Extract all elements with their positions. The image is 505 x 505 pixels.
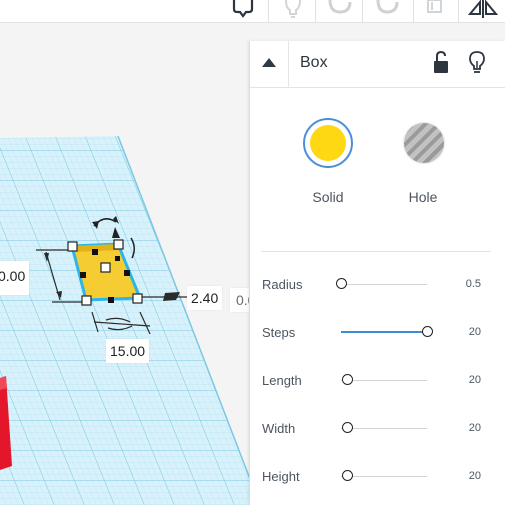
bulb-icon[interactable] — [276, 0, 310, 20]
hole-label: Hole — [408, 189, 438, 205]
property-value[interactable]: 20 — [469, 470, 481, 482]
property-slider-knob[interactable] — [336, 278, 347, 289]
tinkercad-editor: 0.00 2.40 0.00 15.00 Box — [0, 0, 505, 505]
property-value[interactable]: 20 — [469, 326, 481, 338]
redo-icon[interactable] — [370, 0, 404, 20]
panel-divider — [261, 251, 491, 252]
collapse-panel-button[interactable] — [250, 41, 289, 87]
property-label: Steps — [262, 325, 296, 340]
trash-icon[interactable] — [418, 0, 452, 20]
property-row-length: Length 20 — [250, 368, 505, 394]
property-row-height: Height 20 — [250, 464, 505, 490]
height-dimension-box[interactable]: 0.00 — [0, 261, 30, 295]
elevation-dimension-box[interactable]: 2.40 — [187, 286, 223, 310]
height-dimension-value: 0.00 — [0, 268, 26, 284]
solid-label: Solid — [312, 189, 344, 205]
mirror-icon[interactable] — [466, 0, 500, 20]
property-label: Height — [262, 469, 300, 484]
property-row-radius: Radius 0.5 — [250, 272, 505, 298]
property-row-width: Width 20 — [250, 416, 505, 442]
property-slider-track[interactable] — [341, 428, 427, 429]
property-slider-knob[interactable] — [342, 470, 354, 481]
property-slider-knob[interactable] — [342, 422, 354, 433]
property-value[interactable]: 0.5 — [466, 278, 481, 290]
property-slider-knob[interactable] — [342, 374, 354, 385]
elevation-dimension-value: 2.40 — [191, 290, 219, 306]
property-slider-track[interactable] — [341, 476, 427, 477]
lock-icon[interactable] — [432, 50, 450, 75]
top-toolbar — [0, 0, 505, 23]
inspector-header: Box — [250, 41, 505, 88]
undo-icon[interactable] — [322, 0, 356, 20]
property-slider-knob[interactable] — [422, 326, 433, 337]
visibility-bulb-icon[interactable] — [468, 50, 486, 76]
property-label: Width — [262, 421, 296, 436]
property-label: Length — [262, 373, 302, 388]
property-slider-track[interactable] — [341, 284, 427, 285]
solid-option-button[interactable] — [303, 118, 353, 168]
property-row-steps: Steps 20 — [250, 320, 505, 346]
shape-title: Box — [300, 54, 328, 71]
property-value[interactable]: 20 — [469, 374, 481, 386]
notes-icon[interactable] — [226, 0, 260, 20]
shape-inspector-panel: Box Solid Hole Radius 0.5 Steps 20 Length 20 W… — [249, 41, 505, 505]
width-dimension-box[interactable]: 15.00 — [106, 339, 150, 363]
property-label: Radius — [262, 277, 303, 292]
width-dimension-value: 15.00 — [110, 343, 146, 359]
property-slider-fill — [341, 331, 427, 333]
hole-option-button[interactable] — [399, 118, 449, 168]
property-value[interactable]: 20 — [469, 422, 481, 434]
property-slider-track[interactable] — [341, 380, 427, 381]
